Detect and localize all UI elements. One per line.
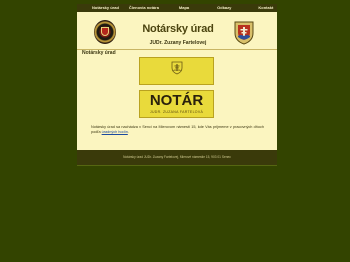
nav-item-clenovia[interactable]: Členovia notára [129, 4, 159, 12]
nav-item-odkazy[interactable]: Odkazy [217, 4, 231, 12]
notar-plate-title: NOTÁR [149, 92, 204, 109]
breadcrumb: Notársky úrad [82, 50, 116, 56]
intro-end: . [127, 130, 129, 134]
site-header: Notársky úrad JUDr. Zuzany Fartelovej [77, 12, 277, 49]
emblem-plate [139, 57, 214, 85]
office-hours-link[interactable]: úradných hodín [102, 130, 128, 134]
notar-plate: NOTÁR JUDR. ZUZANA FARTELOVÁ [139, 90, 214, 118]
nav-item-notarsky-urad[interactable]: Notársky úrad [92, 4, 119, 12]
nav-item-kontakt[interactable]: Kontakt [258, 4, 273, 12]
emblem-icon [171, 61, 183, 75]
coat-of-arms-icon [234, 21, 254, 45]
page-subtitle: JUDr. Zuzany Fartelovej [149, 40, 207, 46]
notar-plate-name: JUDR. ZUZANA FARTELOVÁ [149, 110, 204, 114]
footer-bottom-line [77, 165, 277, 166]
nav-item-mapa[interactable]: Mapa [179, 4, 189, 12]
page-title: Notársky úrad [142, 23, 214, 35]
intro-paragraph: Notársky úrad sa nachádza v Senci na Mie… [91, 125, 264, 135]
notary-seal-icon [94, 20, 116, 44]
page-container: Notársky úrad Členovia notára Mapa Odkaz… [77, 4, 277, 165]
footer-text: Notársky úrad JUDr. Zuzany Fartelovej, M… [123, 155, 231, 159]
site-footer: Notársky úrad JUDr. Zuzany Fartelovej, M… [77, 150, 277, 165]
top-navigation: Notársky úrad Členovia notára Mapa Odkaz… [77, 4, 277, 12]
